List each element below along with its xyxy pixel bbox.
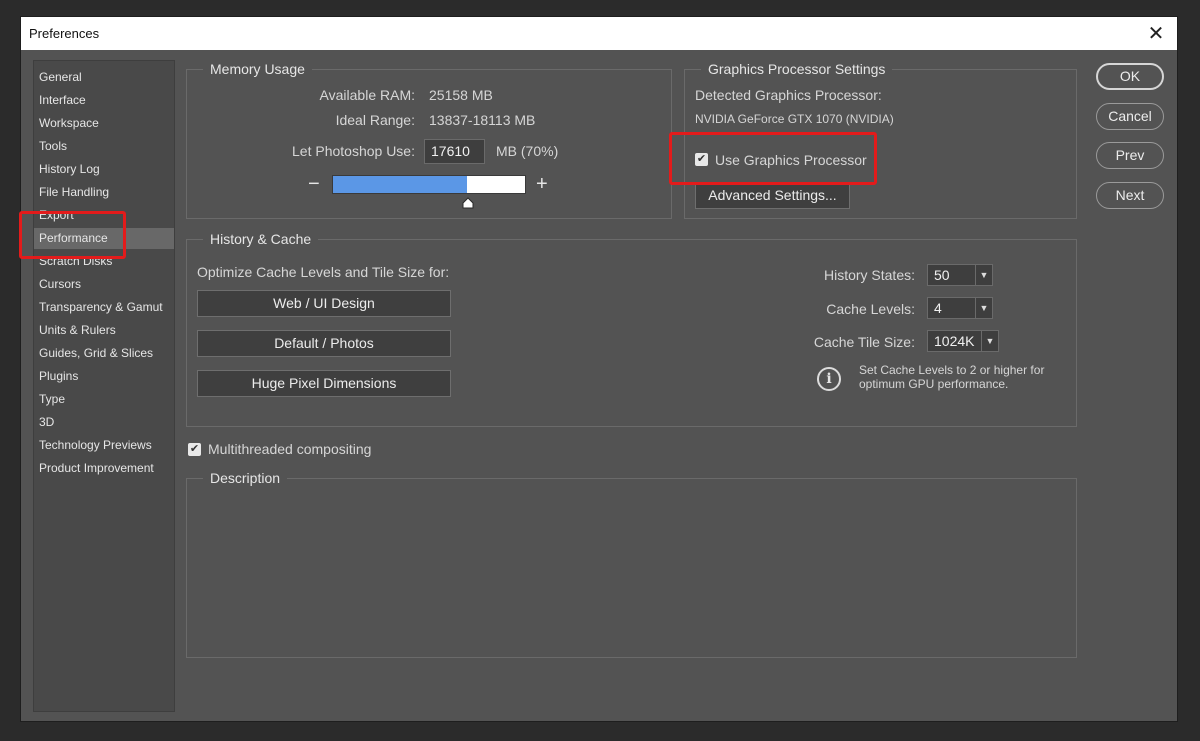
- available-ram-label: Available RAM:: [319, 87, 415, 103]
- close-icon[interactable]: ✕: [1143, 21, 1169, 47]
- history-states-value: 50: [934, 267, 950, 283]
- decrease-memory-button[interactable]: −: [308, 174, 320, 194]
- prev-button[interactable]: Prev: [1096, 142, 1164, 169]
- sidebar-item-type[interactable]: Type: [34, 389, 174, 410]
- sidebar-item-technology-previews[interactable]: Technology Previews: [34, 435, 174, 456]
- sidebar-item-cursors[interactable]: Cursors: [34, 274, 174, 295]
- info-text-line2: optimum GPU performance.: [859, 377, 1009, 391]
- cache-tile-size-select[interactable]: 1024K ▼: [927, 330, 999, 352]
- sidebar-item-performance[interactable]: Performance: [34, 228, 174, 249]
- cache-tile-size-value: 1024K: [934, 333, 975, 349]
- window-title: Preferences: [29, 26, 100, 41]
- optimize-label: Optimize Cache Levels and Tile Size for:: [197, 264, 450, 280]
- memory-slider[interactable]: [332, 175, 526, 194]
- sidebar-item-file-handling[interactable]: File Handling: [34, 182, 174, 203]
- chevron-down-icon: ▼: [981, 331, 998, 351]
- detected-gpu-value: NVIDIA GeForce GTX 1070 (NVIDIA): [695, 112, 894, 126]
- cache-tile-size-label: Cache Tile Size:: [813, 334, 915, 350]
- memory-usage-title: Memory Usage: [203, 61, 312, 77]
- next-button[interactable]: Next: [1096, 182, 1164, 209]
- multithreaded-checkbox[interactable]: ✔: [188, 443, 201, 456]
- history-cache-title: History & Cache: [203, 231, 319, 247]
- description-group: Description: [186, 470, 1077, 658]
- sidebar-item-product-improvement[interactable]: Product Improvement: [34, 458, 174, 479]
- increase-memory-button[interactable]: +: [536, 174, 548, 194]
- sidebar-item-scratch-disks[interactable]: Scratch Disks: [34, 251, 174, 272]
- ok-button[interactable]: OK: [1096, 63, 1164, 90]
- web-ui-design-button[interactable]: Web / UI Design: [197, 290, 451, 317]
- memory-unit-label: MB (70%): [496, 143, 559, 159]
- sidebar-item-workspace[interactable]: Workspace: [34, 113, 174, 134]
- sidebar-item-general[interactable]: General: [34, 67, 174, 88]
- sidebar-item-plugins[interactable]: Plugins: [34, 366, 174, 387]
- chevron-down-icon: ▼: [975, 265, 992, 285]
- multithreaded-label[interactable]: Multithreaded compositing: [208, 441, 371, 457]
- cancel-button[interactable]: Cancel: [1096, 103, 1164, 130]
- info-icon: i: [817, 367, 841, 391]
- history-states-select[interactable]: 50 ▼: [927, 264, 993, 286]
- description-title: Description: [203, 470, 288, 486]
- cache-levels-label: Cache Levels:: [826, 301, 915, 317]
- default-photos-button[interactable]: Default / Photos: [197, 330, 451, 357]
- sidebar-item-guides-grid-slices[interactable]: Guides, Grid & Slices: [34, 343, 174, 364]
- sidebar-item-export[interactable]: Export: [34, 205, 174, 226]
- sidebar-item-transparency-gamut[interactable]: Transparency & Gamut: [34, 297, 174, 318]
- sidebar-item-tools[interactable]: Tools: [34, 136, 174, 157]
- memory-slider-thumb[interactable]: [462, 197, 474, 209]
- let-photoshop-use-label: Let Photoshop Use:: [292, 143, 415, 159]
- memory-amount-input[interactable]: 17610: [424, 139, 485, 164]
- chevron-down-icon: ▼: [975, 298, 992, 318]
- title-bar: Preferences ✕: [21, 17, 1177, 50]
- sidebar-item-history-log[interactable]: History Log: [34, 159, 174, 180]
- detected-gpu-label: Detected Graphics Processor:: [695, 87, 882, 103]
- sidebar-item-units-rulers[interactable]: Units & Rulers: [34, 320, 174, 341]
- sidebar-item-interface[interactable]: Interface: [34, 90, 174, 111]
- memory-slider-fill: [333, 176, 468, 193]
- preferences-dialog: Preferences ✕ General Interface Workspac…: [19, 17, 1177, 721]
- sidebar: General Interface Workspace Tools Histor…: [33, 60, 175, 712]
- cache-levels-select[interactable]: 4 ▼: [927, 297, 993, 319]
- history-states-label: History States:: [823, 267, 915, 283]
- info-text-line1: Set Cache Levels to 2 or higher for: [859, 363, 1045, 377]
- use-gpu-checkbox[interactable]: ✔: [695, 153, 708, 166]
- ideal-range-label: Ideal Range:: [335, 112, 415, 128]
- cache-levels-value: 4: [934, 300, 942, 316]
- huge-pixel-dimensions-button[interactable]: Huge Pixel Dimensions: [197, 370, 451, 397]
- use-gpu-label[interactable]: Use Graphics Processor: [715, 152, 867, 168]
- ideal-range-value: 13837-18113 MB: [429, 112, 536, 128]
- sidebar-item-3d[interactable]: 3D: [34, 412, 174, 433]
- gpu-settings-title: Graphics Processor Settings: [701, 61, 893, 77]
- advanced-settings-button[interactable]: Advanced Settings...: [695, 182, 850, 209]
- available-ram-value: 25158 MB: [429, 87, 493, 103]
